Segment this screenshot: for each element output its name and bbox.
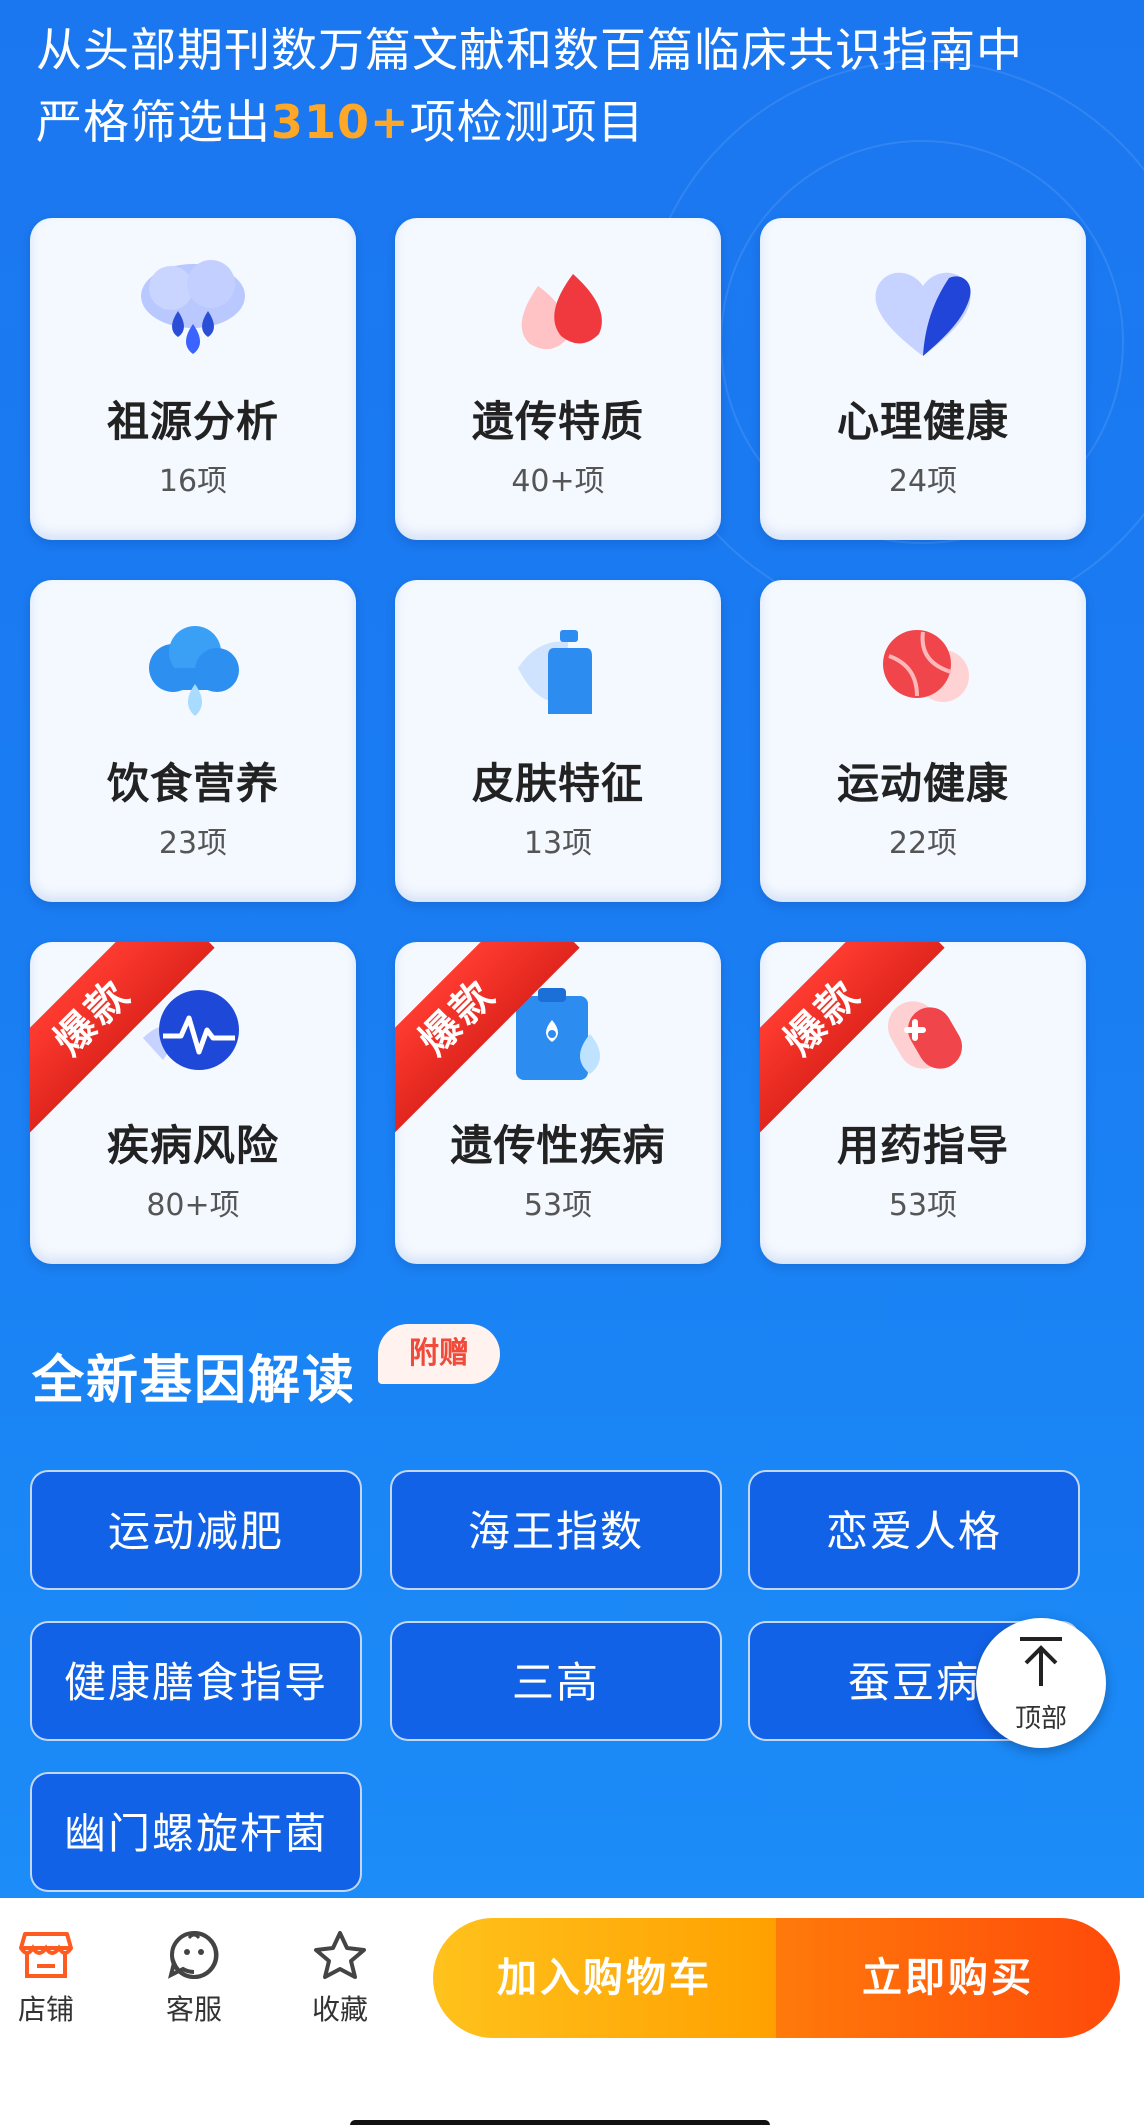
tag-love-personality[interactable]: 恋爱人格 [748,1470,1080,1590]
category-card-mental-health[interactable]: 心理健康 24项 [760,218,1086,540]
category-count: 16项 [158,464,228,499]
category-title: 饮食营养 [106,759,279,808]
app-screen: 从头部期刊数万篇文献和数百篇临床共识指南中 严格筛选出310+项检测项目 祖源分… [0,0,1144,2125]
tag-playboy-index[interactable]: 海王指数 [390,1470,722,1590]
nutrition-cloud-icon [149,626,239,716]
gift-badge: 附赠 [378,1324,500,1384]
headline-line-1: 从头部期刊数万篇文献和数百篇临床共识指南中 [36,23,1023,77]
category-card-genetic-disease[interactable]: 遗传性疾病 53项 爆款 [395,942,721,1264]
category-count: 13项 [523,826,593,861]
star-icon [314,1931,366,1979]
category-card-ancestry[interactable]: 祖源分析 16项 [30,218,356,540]
category-count: 22项 [888,826,958,861]
category-card-medication[interactable]: 用药指导 53项 爆款 [760,942,1086,1264]
tag-three-highs[interactable]: 三高 [390,1621,722,1741]
hero-section: 从头部期刊数万篇文献和数百篇临床共识指南中 严格筛选出310+项检测项目 祖源分… [0,0,1144,1898]
headline-prefix: 严格筛选出 [36,95,271,149]
nav-favorite-label: 收藏 [311,1993,368,2026]
tennis-ball-icon [883,630,969,702]
category-count: 24项 [888,464,958,499]
category-count: 23项 [158,826,228,861]
arrow-up-icon [1020,1637,1062,1686]
tag-weight-loss[interactable]: 运动减肥 [30,1470,362,1590]
tag-helicobacter[interactable]: 幽门螺旋杆菌 [30,1772,362,1892]
blood-drop-icon [521,274,602,350]
nav-customer-service-label: 客服 [165,1993,222,2026]
bottom-action-bar: 店铺 客服 收藏 加入购物车 立即购买 [0,1898,1144,2125]
category-title: 遗传特质 [471,397,644,446]
nav-customer-service[interactable]: 客服 [144,1930,244,2028]
headline-highlight: 310+ [271,95,410,149]
category-card-sports[interactable]: 运动健康 22项 [760,580,1086,902]
section-title: 全新基因解读 [32,1351,357,1411]
nav-favorite[interactable]: 收藏 [290,1930,390,2028]
category-count: 80+项 [146,1188,240,1223]
category-count: 53项 [523,1188,593,1223]
back-to-top-button[interactable]: 顶部 [976,1618,1106,1748]
heart-icon [875,272,971,356]
tag-healthy-diet[interactable]: 健康膳食指导 [30,1621,362,1741]
category-count: 40+项 [511,464,605,499]
buy-now-button[interactable]: 立即购买 [776,1918,1120,2038]
headline-line-2: 严格筛选出310+项检测项目 [36,92,645,152]
store-icon [19,1932,73,1978]
nav-store[interactable]: 店铺 [0,1930,96,2028]
category-title: 运动健康 [836,759,1009,808]
category-title: 心理健康 [836,397,1009,446]
skincare-bottle-icon [518,630,592,714]
category-count: 53项 [888,1188,958,1223]
back-to-top-label: 顶部 [1014,1704,1067,1734]
category-title: 遗传性疾病 [450,1121,666,1170]
category-title: 皮肤特征 [471,759,644,808]
customer-service-icon [168,1930,219,1979]
category-title: 用药指导 [836,1121,1009,1170]
headline-suffix: 项检测项目 [409,95,645,149]
nav-store-label: 店铺 [17,1993,74,2026]
category-card-traits[interactable]: 遗传特质 40+项 [395,218,721,540]
home-indicator [350,2120,770,2125]
cloud-drop-icon [141,260,245,354]
category-card-skin[interactable]: 皮肤特征 13项 [395,580,721,902]
category-card-nutrition[interactable]: 饮食营养 23项 [30,580,356,902]
add-to-cart-button[interactable]: 加入购物车 [433,1918,776,2038]
category-title: 疾病风险 [106,1121,279,1170]
category-card-disease-risk[interactable]: 疾病风险 80+项 爆款 [30,942,356,1264]
category-title: 祖源分析 [106,397,279,446]
